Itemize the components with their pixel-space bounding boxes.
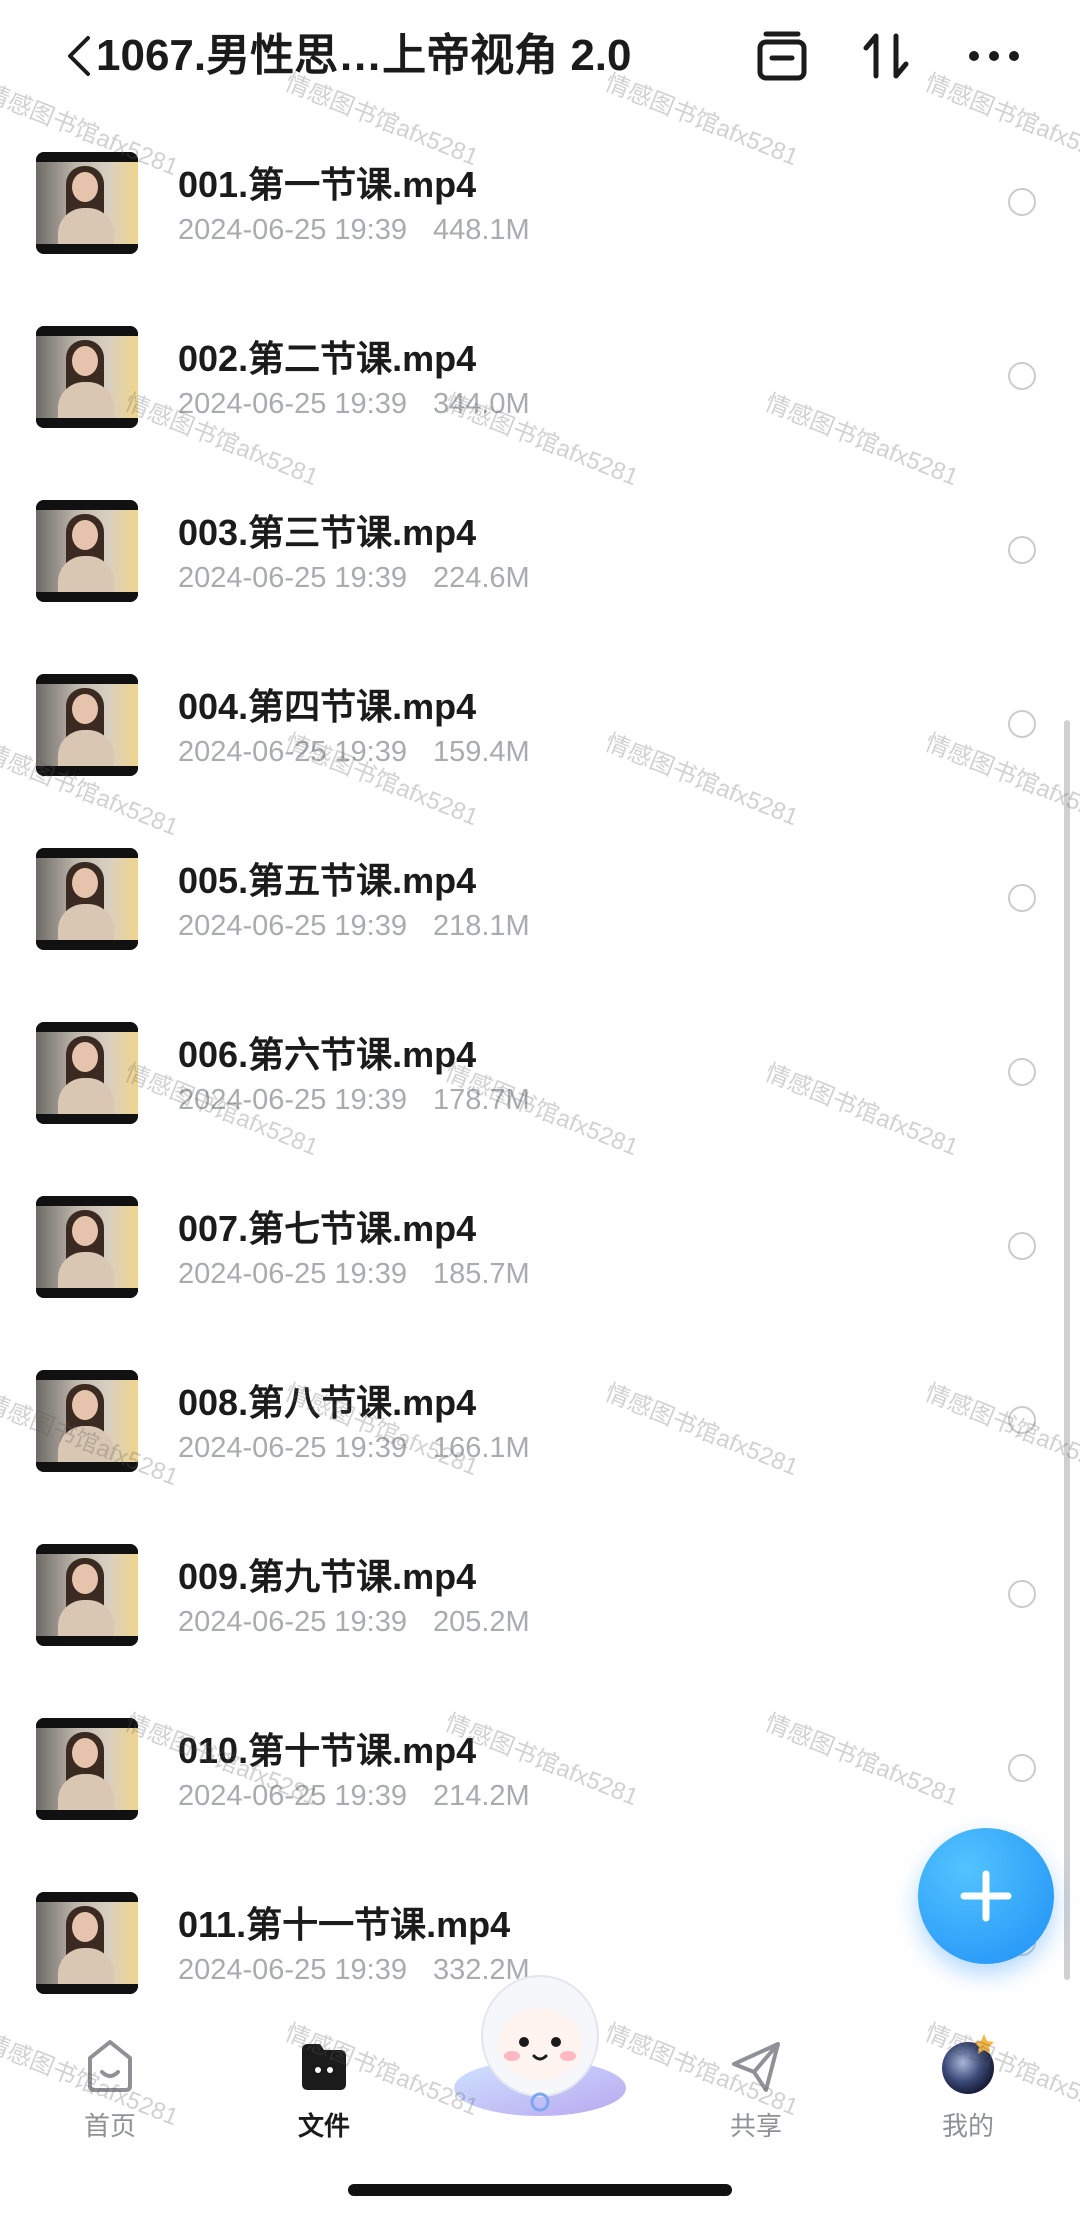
- video-thumbnail: [36, 1544, 138, 1646]
- add-button[interactable]: [918, 1828, 1054, 1964]
- file-date: 2024-06-25 19:39: [178, 1432, 407, 1464]
- file-name: 004.第四节课.mp4: [178, 686, 477, 727]
- file-name: 009.第九节课.mp4: [178, 1556, 477, 1597]
- video-thumbnail: [36, 674, 138, 776]
- file-date: 2024-06-25 19:39: [178, 1954, 407, 1986]
- select-radio[interactable]: [1008, 1058, 1036, 1086]
- file-name: 006.第六节课.mp4: [178, 1034, 477, 1075]
- select-radio[interactable]: [1008, 1406, 1036, 1434]
- file-name: 011.第十一节课.mp4: [178, 1904, 511, 1945]
- file-row[interactable]: 008.第八节课.mp4 2024-06-25 19:39 166.1M: [0, 1348, 1080, 1522]
- video-thumbnail: [36, 1718, 138, 1820]
- file-date: 2024-06-25 19:39: [178, 388, 407, 420]
- file-meta: 2024-06-25 19:39 178.7M: [178, 1084, 530, 1117]
- file-meta: 2024-06-25 19:39 218.1M: [178, 910, 530, 943]
- file-row[interactable]: 009.第九节课.mp4 2024-06-25 19:39 205.2M: [0, 1522, 1080, 1696]
- select-radio[interactable]: [1008, 1232, 1036, 1260]
- mascot-icon[interactable]: [448, 1970, 632, 2120]
- file-meta: 2024-06-25 19:39 205.2M: [178, 1606, 530, 1639]
- select-radio[interactable]: [1008, 362, 1036, 390]
- file-row[interactable]: 007.第七节课.mp4 2024-06-25 19:39 185.7M: [0, 1174, 1080, 1348]
- home-icon: [88, 2040, 132, 2092]
- file-meta: 2024-06-25 19:39 224.6M: [178, 562, 530, 595]
- file-size: 166.1M: [432, 1432, 530, 1464]
- file-row[interactable]: 002.第二节课.mp4 2024-06-25 19:39 344.0M: [0, 304, 1080, 478]
- file-meta: 2024-06-25 19:39 344.0M: [178, 388, 530, 421]
- file-row[interactable]: 003.第三节课.mp4 2024-06-25 19:39 224.6M: [0, 478, 1080, 652]
- select-radio[interactable]: [1008, 1754, 1036, 1782]
- file-name: 003.第三节课.mp4: [178, 512, 477, 553]
- file-size: 159.4M: [432, 736, 530, 768]
- file-row[interactable]: 006.第六节课.mp4 2024-06-25 19:39 178.7M: [0, 1000, 1080, 1174]
- file-size: 344.0M: [432, 388, 530, 420]
- plus-icon: [960, 1870, 1012, 1922]
- scrollbar[interactable]: [1064, 720, 1070, 1980]
- tab-files[interactable]: 文件: [264, 2028, 384, 2148]
- file-row[interactable]: 001.第一节课.mp4 2024-06-25 19:39 448.1M: [0, 130, 1080, 304]
- file-meta: 2024-06-25 19:39 166.1M: [178, 1432, 530, 1465]
- file-date: 2024-06-25 19:39: [178, 910, 407, 942]
- file-size: 185.7M: [432, 1258, 530, 1290]
- file-size: 224.6M: [432, 562, 530, 594]
- video-thumbnail: [36, 1196, 138, 1298]
- file-size: 218.1M: [432, 910, 530, 942]
- video-thumbnail: [36, 1022, 138, 1124]
- sort-icon[interactable]: [856, 26, 916, 86]
- back-icon[interactable]: [60, 28, 100, 84]
- tab-share-label: 共享: [729, 2111, 782, 2141]
- tab-home[interactable]: 首页: [50, 2028, 170, 2148]
- more-icon[interactable]: [964, 26, 1024, 86]
- tab-me[interactable]: 我的: [908, 2028, 1028, 2148]
- video-thumbnail: [36, 500, 138, 602]
- file-meta: 2024-06-25 19:39 185.7M: [178, 1258, 530, 1291]
- file-meta: 2024-06-25 19:39 159.4M: [178, 736, 530, 769]
- share-icon: [732, 2042, 780, 2092]
- file-date: 2024-06-25 19:39: [178, 214, 407, 246]
- file-size: 178.7M: [432, 1084, 530, 1116]
- top-bar: 1067.男性思…上帝视角 2.0: [0, 0, 1080, 130]
- tab-home-label: 首页: [83, 2111, 136, 2141]
- file-meta: 2024-06-25 19:39 448.1M: [178, 214, 530, 247]
- file-name: 008.第八节课.mp4: [178, 1382, 477, 1423]
- file-size: 205.2M: [432, 1606, 530, 1638]
- select-radio[interactable]: [1008, 884, 1036, 912]
- select-radio[interactable]: [1008, 536, 1036, 564]
- file-name: 002.第二节课.mp4: [178, 338, 477, 379]
- avatar-icon: [942, 2034, 994, 2094]
- video-thumbnail: [36, 848, 138, 950]
- file-name: 001.第一节课.mp4: [178, 164, 477, 205]
- home-indicator: [348, 2184, 732, 2196]
- file-name: 010.第十节课.mp4: [178, 1730, 477, 1771]
- tab-share[interactable]: 共享: [696, 2028, 816, 2148]
- file-size: 214.2M: [432, 1780, 530, 1812]
- select-radio[interactable]: [1008, 188, 1036, 216]
- video-thumbnail: [36, 1370, 138, 1472]
- page-title: 1067.男性思…上帝视角 2.0: [96, 31, 632, 80]
- file-date: 2024-06-25 19:39: [178, 1780, 407, 1812]
- file-row[interactable]: 005.第五节课.mp4 2024-06-25 19:39 218.1M: [0, 826, 1080, 1000]
- file-date: 2024-06-25 19:39: [178, 1084, 407, 1116]
- file-size: 448.1M: [432, 214, 530, 246]
- file-meta: 2024-06-25 19:39 214.2M: [178, 1780, 530, 1813]
- select-radio[interactable]: [1008, 1580, 1036, 1608]
- video-thumbnail: [36, 1892, 138, 1994]
- select-radio[interactable]: [1008, 710, 1036, 738]
- file-date: 2024-06-25 19:39: [178, 1606, 407, 1638]
- tab-files-label: 文件: [297, 2111, 350, 2141]
- file-name: 005.第五节课.mp4: [178, 860, 477, 901]
- video-thumbnail: [36, 152, 138, 254]
- folder-icon: [302, 2044, 346, 2090]
- file-name: 007.第七节课.mp4: [178, 1208, 477, 1249]
- file-date: 2024-06-25 19:39: [178, 736, 407, 768]
- file-date: 2024-06-25 19:39: [178, 1258, 407, 1290]
- select-all-icon[interactable]: [752, 26, 812, 86]
- file-row[interactable]: 004.第四节课.mp4 2024-06-25 19:39 159.4M: [0, 652, 1080, 826]
- file-date: 2024-06-25 19:39: [178, 562, 407, 594]
- tab-me-label: 我的: [941, 2111, 994, 2141]
- video-thumbnail: [36, 326, 138, 428]
